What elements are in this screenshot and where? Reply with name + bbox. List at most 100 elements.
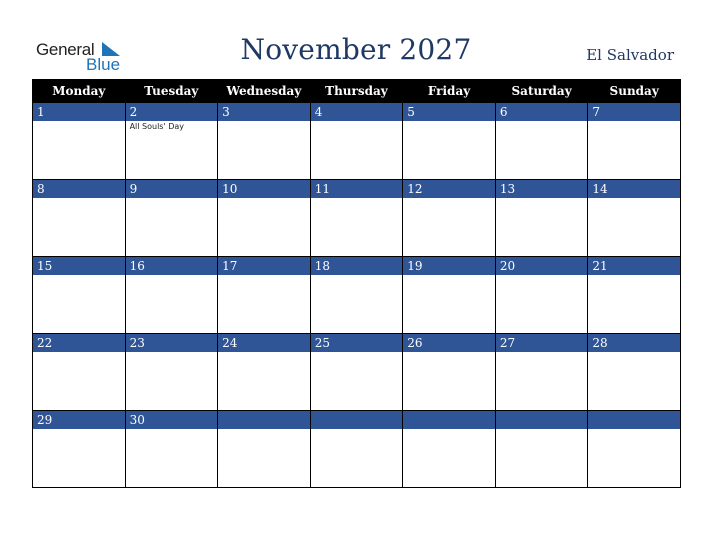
holiday-label: [311, 429, 403, 430]
week-row: 15 16 17 18 19 20 21: [32, 256, 681, 334]
day-cell[interactable]: 13: [494, 179, 589, 257]
calendar-grid: Monday Tuesday Wednesday Thursday Friday…: [32, 79, 681, 488]
day-cell[interactable]: 20: [494, 256, 589, 334]
holiday-label: [218, 121, 310, 122]
day-number: 11: [310, 180, 403, 198]
day-cell[interactable]: 16: [124, 256, 219, 334]
day-number: 25: [310, 334, 403, 352]
holiday-label: [126, 352, 218, 353]
day-cell[interactable]: 27: [494, 333, 589, 411]
day-cell[interactable]: 12: [402, 179, 496, 257]
holiday-label: [496, 121, 588, 122]
day-number: 17: [218, 257, 310, 275]
holiday-label: [403, 275, 495, 276]
holiday-label: [126, 198, 218, 199]
day-number: 16: [125, 257, 218, 275]
holiday-label: [496, 198, 588, 199]
day-number: 28: [588, 334, 680, 352]
holiday-label: [33, 198, 125, 199]
day-cell[interactable]: 26: [402, 333, 496, 411]
day-cell[interactable]: 1: [32, 102, 126, 180]
day-number: 1: [33, 103, 125, 121]
day-cell[interactable]: 28: [587, 333, 681, 411]
day-number: 10: [218, 180, 310, 198]
day-cell[interactable]: [217, 410, 311, 488]
holiday-label: [403, 352, 495, 353]
holiday-label: [403, 121, 495, 122]
day-number: [218, 411, 310, 429]
holiday-label: [218, 198, 310, 199]
holiday-label: [126, 429, 218, 430]
weekday-header: Tuesday: [124, 79, 219, 103]
holiday-label: [311, 198, 403, 199]
day-cell[interactable]: 6: [494, 102, 589, 180]
holiday-label: [33, 121, 125, 122]
holiday-label: [33, 352, 125, 353]
day-number: 8: [33, 180, 125, 198]
day-cell[interactable]: 15: [32, 256, 126, 334]
holiday-label: [496, 352, 588, 353]
day-number: 14: [588, 180, 680, 198]
holiday-label: [496, 429, 588, 430]
day-number: 5: [403, 103, 495, 121]
holiday-label: [311, 352, 403, 353]
holiday-label: [403, 198, 495, 199]
day-number: 26: [403, 334, 495, 352]
day-cell[interactable]: 22: [32, 333, 126, 411]
day-number: 24: [218, 334, 310, 352]
day-cell[interactable]: 2 All Souls' Day: [124, 102, 219, 180]
holiday-label: [588, 275, 680, 276]
day-cell[interactable]: 10: [217, 179, 311, 257]
day-cell[interactable]: 14: [587, 179, 681, 257]
day-cell[interactable]: 3: [217, 102, 311, 180]
day-number: 15: [33, 257, 125, 275]
day-number: 7: [588, 103, 680, 121]
holiday-label: [588, 352, 680, 353]
day-cell[interactable]: [309, 410, 404, 488]
holiday-label: [33, 275, 125, 276]
day-cell[interactable]: [402, 410, 496, 488]
day-number: 12: [403, 180, 495, 198]
day-number: 18: [310, 257, 403, 275]
holiday-label: [311, 121, 403, 122]
day-cell[interactable]: 8: [32, 179, 126, 257]
day-number: 20: [495, 257, 588, 275]
day-cell[interactable]: 19: [402, 256, 496, 334]
day-cell[interactable]: 5: [402, 102, 496, 180]
day-cell[interactable]: 11: [309, 179, 404, 257]
day-cell[interactable]: 24: [217, 333, 311, 411]
holiday-label: [218, 275, 310, 276]
day-cell[interactable]: 7: [587, 102, 681, 180]
day-cell[interactable]: [494, 410, 589, 488]
holiday-label: [588, 198, 680, 199]
day-cell[interactable]: 18: [309, 256, 404, 334]
holiday-label: [588, 121, 680, 122]
day-number: 29: [33, 411, 125, 429]
weekday-header-row: Monday Tuesday Wednesday Thursday Friday…: [32, 79, 681, 103]
day-number: 2: [125, 103, 218, 121]
weekday-header: Sunday: [587, 79, 681, 103]
day-cell[interactable]: 25: [309, 333, 404, 411]
day-number: 27: [495, 334, 588, 352]
day-number: 22: [33, 334, 125, 352]
day-cell[interactable]: 23: [124, 333, 219, 411]
day-cell[interactable]: 29: [32, 410, 126, 488]
day-cell[interactable]: 30: [124, 410, 219, 488]
holiday-label: All Souls' Day: [129, 122, 184, 131]
week-row: 1 2 All Souls' Day 3 4 5 6 7: [32, 102, 681, 180]
week-row: 22 23 24 25 26 27 28: [32, 333, 681, 411]
weekday-header: Friday: [402, 79, 496, 103]
day-number: [588, 411, 680, 429]
day-cell[interactable]: 17: [217, 256, 311, 334]
day-number: 21: [588, 257, 680, 275]
day-cell[interactable]: [587, 410, 681, 488]
day-cell[interactable]: 4: [309, 102, 404, 180]
weekday-header: Saturday: [494, 79, 589, 103]
day-number: 13: [495, 180, 588, 198]
day-cell[interactable]: 9: [124, 179, 219, 257]
day-number: 23: [125, 334, 218, 352]
day-number: 9: [125, 180, 218, 198]
day-cell[interactable]: 21: [587, 256, 681, 334]
holiday-label: [403, 429, 495, 430]
country-label: El Salvador: [586, 46, 674, 64]
